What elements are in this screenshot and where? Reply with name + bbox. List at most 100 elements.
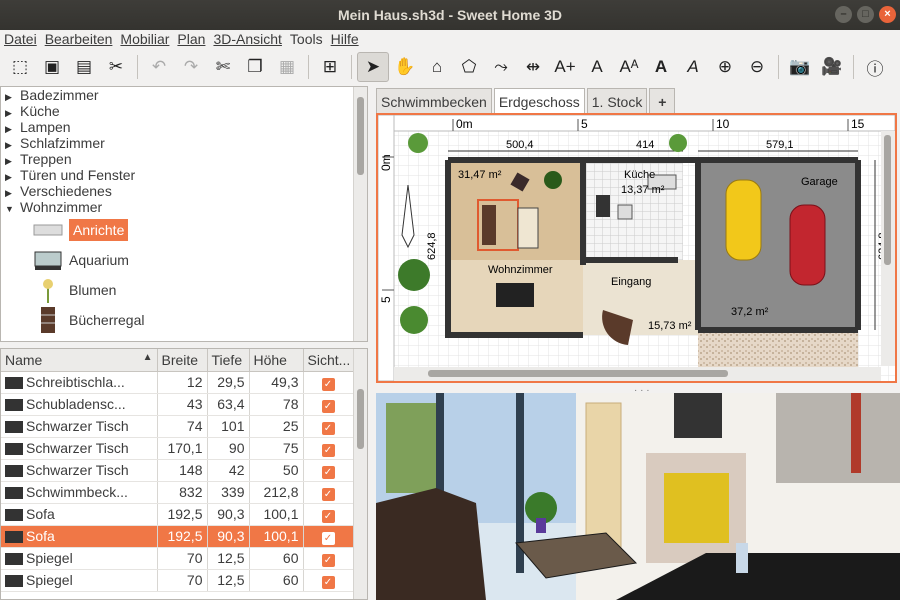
menu-hilfe[interactable]: Hilfe — [327, 30, 363, 49]
catalog-item-buecherregal[interactable]: Bücherregal — [1, 305, 367, 335]
undo-icon[interactable]: ↶ — [143, 52, 175, 82]
table-row[interactable]: Schwarzer Tisch 148 42 50 ✓ — [1, 459, 354, 482]
tab-1-stock[interactable]: 1. Stock — [586, 88, 648, 114]
dining-table-icon[interactable] — [496, 283, 534, 307]
save-icon[interactable]: ▤ — [68, 52, 100, 82]
table-row[interactable]: Sofa 192,5 90,3 100,1 ✓ — [1, 503, 354, 526]
scrollbar-thumb[interactable] — [357, 97, 364, 175]
select-arrow-icon[interactable]: ➤ — [357, 52, 389, 82]
visible-checkbox[interactable]: ✓ — [321, 399, 335, 413]
menu-plan[interactable]: Plan — [173, 30, 209, 49]
cell-width: 70 — [157, 569, 208, 592]
menu-datei[interactable]: Datei — [0, 30, 41, 49]
tab-schwimmbecken[interactable]: Schwimmbecken — [376, 88, 492, 114]
text-size-icon[interactable]: A — [581, 52, 613, 82]
maximize-icon[interactable]: □ — [857, 6, 874, 23]
column-header-visible[interactable]: Sicht... — [303, 349, 354, 372]
category-treppen[interactable]: ▶ Treppen — [1, 151, 367, 167]
category-kueche[interactable]: ▶ Küche — [1, 103, 367, 119]
minimize-icon[interactable]: – — [835, 6, 852, 23]
create-walls-icon[interactable]: ⌂ — [421, 52, 453, 82]
sofa-icon[interactable] — [482, 205, 496, 245]
cut-icon[interactable]: ✄ — [207, 52, 239, 82]
furniture-catalog-tree[interactable]: ▶ Badezimmer ▶ Küche ▶ Lampen ▶ Schlafzimmer… — [0, 86, 368, 342]
table-row[interactable]: Schwarzer Tisch 74 101 25 ✓ — [1, 415, 354, 438]
pan-hand-icon[interactable]: ✋ — [389, 52, 421, 82]
cell-width: 192,5 — [157, 525, 208, 548]
open-icon[interactable]: ▣ — [36, 52, 68, 82]
visible-checkbox[interactable]: ✓ — [321, 531, 335, 545]
cut-wrench-icon[interactable]: ✂ — [100, 52, 132, 82]
table-row[interactable]: Schreibtischla... 12 29,5 49,3 ✓ — [1, 371, 354, 394]
category-schlafzimmer[interactable]: ▶ Schlafzimmer — [1, 135, 367, 151]
3d-view-canvas[interactable] — [376, 393, 900, 600]
visible-checkbox[interactable]: ✓ — [321, 553, 335, 567]
zoom-in-icon[interactable]: ⊕ — [709, 52, 741, 82]
floor-plan-view[interactable]: 0m 5 10 15 0m 5 500,4 414 579,1 624,8 62… — [376, 113, 897, 383]
category-tueren-fenster[interactable]: ▶ Türen und Fenster — [1, 167, 367, 183]
video-icon[interactable]: 🎥 — [816, 52, 848, 82]
furniture-list[interactable]: Name ▲ Breite Tiefe Höhe Sicht... Schreib… — [0, 348, 368, 600]
category-lampen[interactable]: ▶ Lampen — [1, 119, 367, 135]
new-home-icon[interactable]: ⬚ — [4, 52, 36, 82]
category-wohnzimmer[interactable]: ▼ Wohnzimmer — [1, 199, 367, 215]
table-row[interactable]: Sofa 192,5 90,3 100,1 ✓ — [1, 525, 354, 548]
bookshelf-icon — [31, 307, 65, 333]
create-rooms-icon[interactable]: ⬠ — [453, 52, 485, 82]
bold-icon[interactable]: A — [645, 52, 677, 82]
add-level-button[interactable]: + — [649, 88, 676, 114]
door-icon — [585, 402, 622, 554]
table-row[interactable]: Schubladensc... 43 63,4 78 ✓ — [1, 393, 354, 416]
create-polylines-icon[interactable]: ⤳ — [485, 52, 517, 82]
catalog-scrollbar[interactable] — [353, 87, 367, 341]
menu-bearbeiten[interactable]: Bearbeiten — [41, 30, 117, 49]
category-badezimmer[interactable]: ▶ Badezimmer — [1, 87, 367, 103]
catalog-item-blumen[interactable]: Blumen — [1, 275, 367, 305]
menu-tools[interactable]: Tools — [286, 30, 327, 49]
rug-icon — [517, 207, 539, 249]
visible-checkbox[interactable]: ✓ — [321, 377, 335, 391]
table-row[interactable]: Schwimmbeck... 832 339 212,8 ✓ — [1, 481, 354, 504]
redo-icon[interactable]: ↷ — [175, 52, 207, 82]
table-row[interactable]: Spiegel 70 12,5 60 ✓ — [1, 569, 354, 592]
column-header-depth[interactable]: Tiefe — [207, 349, 250, 372]
toolbar-separator — [137, 55, 138, 79]
column-header-width[interactable]: Breite — [157, 349, 208, 372]
paste-icon[interactable]: ▦ — [271, 52, 303, 82]
table-row[interactable]: Schwarzer Tisch 170,1 90 75 ✓ — [1, 437, 354, 460]
create-dimensions-icon[interactable]: ⇹ — [517, 52, 549, 82]
text-bold-size-icon[interactable]: Aᴬ — [613, 52, 645, 82]
visible-checkbox[interactable]: ✓ — [321, 443, 335, 457]
catalog-item-aquarium[interactable]: Aquarium — [1, 245, 367, 275]
menu-mobiliar[interactable]: Mobiliar — [116, 30, 173, 49]
help-icon[interactable]: ⓘ — [859, 52, 891, 82]
column-header-height[interactable]: Höhe — [249, 349, 304, 372]
column-header-name[interactable]: Name ▲ — [1, 349, 158, 372]
scrollbar-thumb[interactable] — [884, 135, 891, 265]
visible-checkbox[interactable]: ✓ — [321, 487, 335, 501]
add-furniture-icon[interactable]: ⊞ — [314, 52, 346, 82]
photo-icon[interactable]: 📷 — [784, 52, 816, 82]
collapse-arrow-icon[interactable]: ▼ — [5, 201, 20, 217]
category-verschiedenes[interactable]: ▶ Verschiedenes — [1, 183, 367, 199]
menu-3d-ansicht[interactable]: 3D-Ansicht — [209, 30, 285, 49]
visible-checkbox[interactable]: ✓ — [321, 465, 335, 479]
cell-name: Spiegel — [1, 547, 158, 570]
visible-checkbox[interactable]: ✓ — [321, 421, 335, 435]
furniture-scrollbar[interactable] — [353, 349, 367, 599]
table-row[interactable]: Spiegel 70 12,5 60 ✓ — [1, 547, 354, 570]
zoom-out-icon[interactable]: ⊖ — [741, 52, 773, 82]
scrollbar-thumb[interactable] — [357, 389, 364, 449]
close-icon[interactable]: × — [879, 6, 896, 23]
catalog-item-anrichte[interactable]: Anrichte — [1, 215, 367, 245]
3d-view[interactable] — [376, 393, 900, 600]
italic-icon[interactable]: A — [677, 52, 709, 82]
copy-icon[interactable]: ❐ — [239, 52, 271, 82]
scrollbar-thumb[interactable] — [428, 370, 728, 377]
add-text-icon[interactable]: A+ — [549, 52, 581, 82]
visible-checkbox[interactable]: ✓ — [321, 509, 335, 523]
visible-checkbox[interactable]: ✓ — [321, 575, 335, 589]
floor-plan-canvas[interactable]: 0m 5 10 15 0m 5 500,4 414 579,1 624,8 62… — [378, 115, 895, 381]
tab-erdgeschoss[interactable]: Erdgeschoss — [493, 88, 585, 114]
yellow-car-icon — [725, 179, 762, 261]
